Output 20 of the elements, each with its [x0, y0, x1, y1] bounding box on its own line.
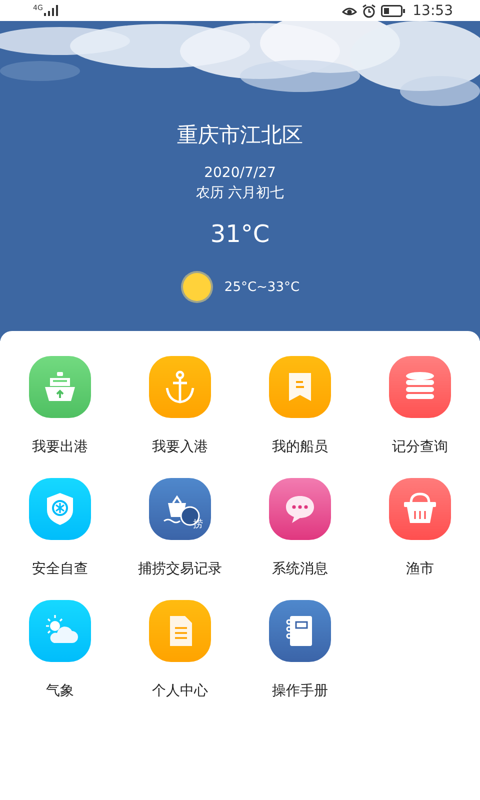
menu-item[interactable]: 我要出港 — [0, 356, 120, 456]
menu-item[interactable]: 系统消息 — [240, 478, 360, 578]
signal-icon — [44, 5, 60, 16]
clock-time: 13:53 — [412, 2, 453, 18]
menu-item[interactable]: 气象 — [0, 600, 120, 700]
sun-icon — [180, 270, 214, 304]
lunar-date: 农历 六月初七 — [196, 184, 284, 202]
temperature: 31°C — [210, 220, 270, 248]
battery-icon — [380, 4, 405, 16]
menu-item[interactable]: 渔市 — [360, 478, 480, 578]
menu-item[interactable]: 安全自查 — [0, 478, 120, 578]
menu-item[interactable]: 记分查询 — [360, 356, 480, 456]
city-name: 重庆市江北区 — [177, 122, 303, 149]
temperature-range: 25°C~33°C — [224, 280, 300, 294]
alarm-icon — [362, 4, 376, 18]
menu-item[interactable]: 我的船员 — [240, 356, 360, 456]
menu-item[interactable]: 我要入港 — [120, 356, 240, 456]
date-text: 2020/7/27 — [204, 165, 276, 181]
menu-item[interactable]: 个人中心 — [120, 600, 240, 700]
menu-item[interactable]: 操作手册 — [240, 600, 360, 700]
